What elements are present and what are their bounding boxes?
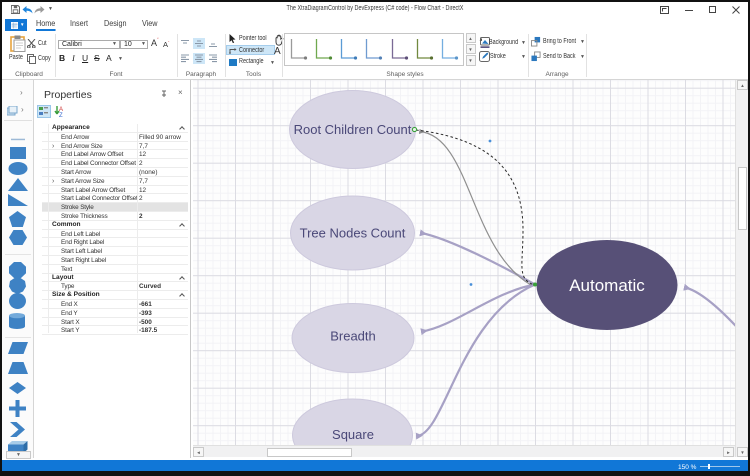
svg-text:Root Children Count: Root Children Count [294,122,412,137]
svg-text:Z: Z [59,113,63,117]
svg-text:Tree Nodes Count: Tree Nodes Count [300,226,406,241]
svg-text:Breadth: Breadth [330,329,376,344]
svg-text:Automatic: Automatic [569,276,645,295]
svg-text:Square: Square [332,427,374,442]
